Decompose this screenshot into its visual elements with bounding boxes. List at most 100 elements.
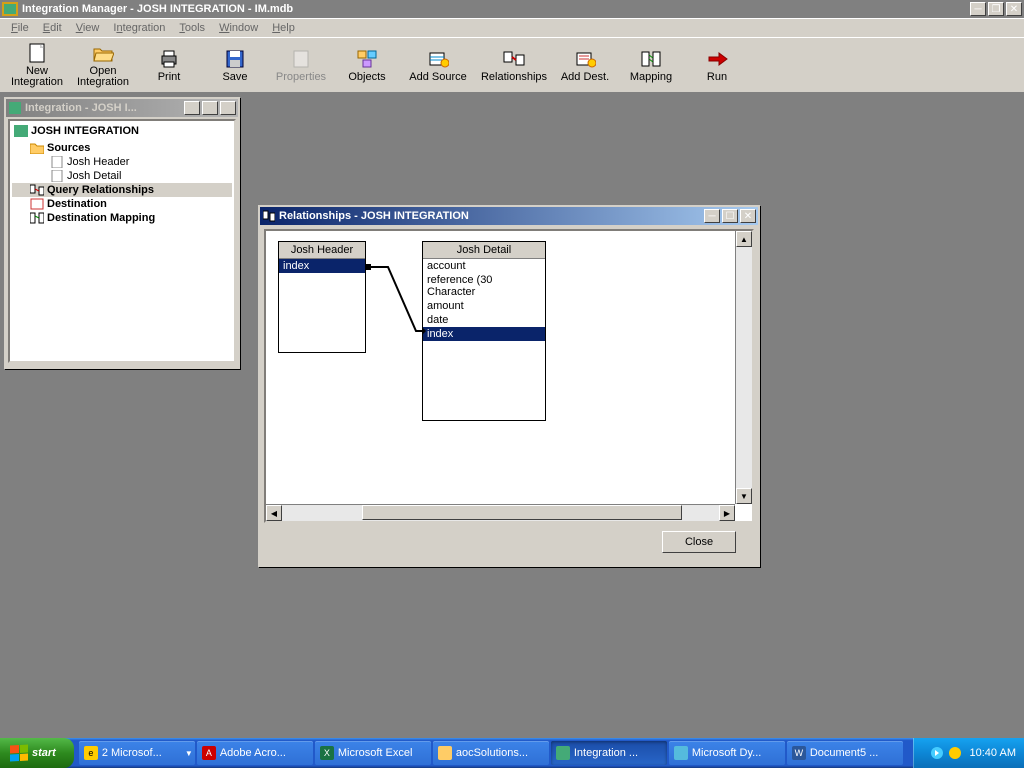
- menu-view[interactable]: View: [69, 20, 107, 36]
- task-item[interactable]: XMicrosoft Excel: [315, 741, 431, 765]
- close-button[interactable]: ✕: [1006, 2, 1022, 16]
- app-icon: [674, 746, 688, 760]
- mdi-client: Integration - JOSH I... ─ ☐ ✕ JOSH INTEG…: [0, 93, 1024, 736]
- run-button[interactable]: Run: [684, 40, 750, 90]
- relationships-button[interactable]: Relationships: [476, 40, 552, 90]
- new-integration-button[interactable]: New Integration: [4, 40, 70, 90]
- tree-sources[interactable]: Sources: [12, 141, 232, 155]
- tray-icon[interactable]: [948, 746, 962, 760]
- add-source-icon: [426, 48, 450, 70]
- scroll-left-button[interactable]: ◀: [266, 505, 282, 521]
- menu-integration[interactable]: Integration: [106, 20, 172, 36]
- table-field[interactable]: reference (30 Character: [423, 273, 545, 299]
- table-title: Josh Header: [279, 242, 365, 259]
- relationships-body: Josh Header index Josh Detail account re…: [260, 225, 758, 561]
- child-close-button[interactable]: ✕: [740, 209, 756, 223]
- relationships-icon: [502, 48, 526, 70]
- menu-help[interactable]: Help: [265, 20, 302, 36]
- folder-icon: [30, 142, 44, 154]
- open-integration-button[interactable]: Open Integration: [70, 40, 136, 90]
- task-item[interactable]: e2 Microsof...▼: [79, 741, 195, 765]
- window-icon: [8, 101, 22, 115]
- mapping-button[interactable]: Mapping: [618, 40, 684, 90]
- system-tray[interactable]: 10:40 AM: [913, 738, 1024, 768]
- task-item[interactable]: Integration ...: [551, 741, 667, 765]
- toolbar: New Integration Open Integration Print S…: [0, 37, 1024, 93]
- tree-query-relationships[interactable]: Query Relationships: [12, 183, 232, 197]
- relationships-footer: Close: [264, 523, 754, 557]
- close-button[interactable]: Close: [662, 531, 736, 553]
- tree-root[interactable]: JOSH INTEGRATION: [12, 123, 232, 141]
- print-button[interactable]: Print: [136, 40, 202, 90]
- mapping-icon: [639, 48, 663, 70]
- start-button[interactable]: start: [0, 738, 74, 768]
- document-icon: [50, 170, 64, 182]
- task-item[interactable]: AAdobe Acro...: [197, 741, 313, 765]
- tree-source-item[interactable]: Josh Detail: [12, 169, 232, 183]
- integration-window-titlebar[interactable]: Integration - JOSH I... ─ ☐ ✕: [6, 99, 238, 117]
- child-maximize-button[interactable]: ☐: [722, 209, 738, 223]
- tree-source-item[interactable]: Josh Header: [12, 155, 232, 169]
- relationships-titlebar[interactable]: Relationships - JOSH INTEGRATION ─ ☐ ✕: [260, 207, 758, 225]
- relationship-table-header[interactable]: Josh Header index: [278, 241, 366, 353]
- task-item[interactable]: WDocument5 ...: [787, 741, 903, 765]
- taskbar: start e2 Microsof...▼ AAdobe Acro... XMi…: [0, 738, 1024, 768]
- scroll-down-button[interactable]: ▼: [736, 488, 752, 504]
- scroll-thumb[interactable]: [362, 505, 682, 520]
- scroll-track[interactable]: [282, 505, 719, 521]
- menu-window[interactable]: Window: [212, 20, 265, 36]
- child-close-button[interactable]: ✕: [220, 101, 236, 115]
- destination-icon: [30, 198, 44, 210]
- menu-file[interactable]: File: [4, 20, 36, 36]
- child-minimize-button[interactable]: ─: [184, 101, 200, 115]
- integration-tree[interactable]: JOSH INTEGRATION Sources Josh Header Jos…: [8, 119, 236, 363]
- table-field[interactable]: index: [279, 259, 365, 273]
- add-dest-button[interactable]: Add Dest.: [552, 40, 618, 90]
- document-icon: [50, 156, 64, 168]
- vertical-scrollbar[interactable]: ▲ ▼: [735, 231, 752, 504]
- minimize-button[interactable]: ─: [970, 2, 986, 16]
- chevron-down-icon: ▼: [185, 749, 193, 758]
- ie-icon: e: [84, 746, 98, 760]
- excel-icon: X: [320, 746, 334, 760]
- properties-icon: [289, 48, 313, 70]
- run-icon: [705, 48, 729, 70]
- tree-destination[interactable]: Destination: [12, 197, 232, 211]
- task-item[interactable]: aocSolutions...: [433, 741, 549, 765]
- pdf-icon: A: [202, 746, 216, 760]
- windows-logo-icon: [10, 745, 28, 762]
- task-items: e2 Microsof...▼ AAdobe Acro... XMicrosof…: [74, 740, 913, 766]
- table-field[interactable]: index: [423, 327, 545, 341]
- integration-icon: [14, 125, 28, 137]
- tray-chevron-icon[interactable]: [930, 746, 944, 760]
- save-button[interactable]: Save: [202, 40, 268, 90]
- properties-button[interactable]: Properties: [268, 40, 334, 90]
- restore-button[interactable]: ❐: [988, 2, 1004, 16]
- clock[interactable]: 10:40 AM: [970, 747, 1016, 759]
- tree-destination-mapping[interactable]: Destination Mapping: [12, 211, 232, 225]
- child-maximize-button[interactable]: ☐: [202, 101, 218, 115]
- objects-button[interactable]: Objects: [334, 40, 400, 90]
- word-icon: W: [792, 746, 806, 760]
- mapping-icon: [30, 212, 44, 224]
- table-field[interactable]: account: [423, 259, 545, 273]
- scroll-up-button[interactable]: ▲: [736, 231, 752, 247]
- relationship-table-detail[interactable]: Josh Detail account reference (30 Charac…: [422, 241, 546, 421]
- table-title: Josh Detail: [423, 242, 545, 259]
- scroll-right-button[interactable]: ▶: [719, 505, 735, 521]
- relationships-window: Relationships - JOSH INTEGRATION ─ ☐ ✕ J…: [258, 205, 760, 567]
- relationships-canvas[interactable]: Josh Header index Josh Detail account re…: [264, 229, 754, 523]
- add-source-button[interactable]: Add Source: [400, 40, 476, 90]
- task-item[interactable]: Microsoft Dy...: [669, 741, 785, 765]
- print-icon: [157, 48, 181, 70]
- horizontal-scrollbar[interactable]: ◀ ▶: [266, 504, 735, 521]
- menu-edit[interactable]: Edit: [36, 20, 69, 36]
- window-icon: [262, 209, 276, 223]
- open-icon: [91, 42, 115, 64]
- menu-tools[interactable]: Tools: [172, 20, 212, 36]
- scroll-track[interactable]: [736, 247, 752, 488]
- relationships-icon: [30, 184, 44, 196]
- table-field[interactable]: date: [423, 313, 545, 327]
- table-field[interactable]: amount: [423, 299, 545, 313]
- child-minimize-button[interactable]: ─: [704, 209, 720, 223]
